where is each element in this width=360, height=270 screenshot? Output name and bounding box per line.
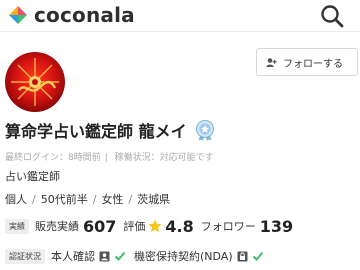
identity-label: 本人確認: [51, 250, 95, 263]
rating-label: 評価: [123, 220, 146, 233]
lock-icon: [237, 251, 248, 261]
activity-status-text: 稼働状況：対応可能です: [114, 153, 214, 163]
profile-name-row: 算命学占い鑑定師 龍メイ: [5, 118, 215, 142]
status-separator: |: [104, 153, 108, 163]
profile-title: 占い鑑定師: [5, 170, 60, 183]
avatar-red-dragon-image: [5, 52, 65, 112]
follow-button[interactable]: フォローする: [256, 48, 358, 76]
star-icon: [148, 219, 162, 232]
profile-name: 算命学占い鑑定師 龍メイ: [5, 122, 187, 141]
attr-age: 50代前半: [40, 193, 88, 206]
profile-attributes: 個人 / 50代前半 / 女性 / 茨城県: [5, 191, 170, 207]
add-user-icon: [266, 57, 277, 67]
check-icon: [252, 251, 263, 261]
id-card-icon: [99, 251, 110, 261]
login-status: 最終ログイン：8時間前 | 稼働状況：対応可能です: [5, 150, 218, 163]
attr-separator: /: [128, 193, 133, 206]
sales-label: 販売実績: [35, 220, 79, 233]
rating-value: 4.8: [165, 216, 194, 236]
search-icon[interactable]: [318, 2, 346, 30]
app-header: coconala: [0, 0, 360, 32]
last-login-text: 最終ログイン：8時間前: [5, 153, 101, 163]
stats-tag: 実績: [5, 218, 29, 234]
check-icon: [114, 251, 126, 261]
coconala-logo-icon: [9, 6, 27, 24]
rank-badge-icon[interactable]: [195, 119, 215, 141]
avatar[interactable]: [5, 52, 65, 112]
auth-row: 認証状況 本人確認 機密保持契約(NDA): [5, 247, 272, 265]
logo-text: coconala: [34, 3, 135, 27]
attr-gender: 女性: [101, 193, 124, 206]
followers-label: フォロワー: [200, 220, 256, 233]
attr-separator: /: [32, 193, 36, 206]
auth-tag: 認証状況: [5, 248, 45, 264]
coconala-logo[interactable]: coconala: [7, 4, 135, 26]
attr-separator: /: [92, 193, 97, 206]
attr-type: 個人: [5, 193, 27, 206]
sales-value: 607: [83, 216, 117, 236]
followers-value: 139: [259, 216, 294, 236]
nda-label: 機密保持契約(NDA): [134, 250, 233, 263]
stats-row: 実績 販売実績 607 評価 4.8 フォロワー 139: [5, 215, 300, 237]
attr-location: 茨城県: [137, 193, 171, 206]
follow-button-label: フォローする: [283, 58, 343, 70]
